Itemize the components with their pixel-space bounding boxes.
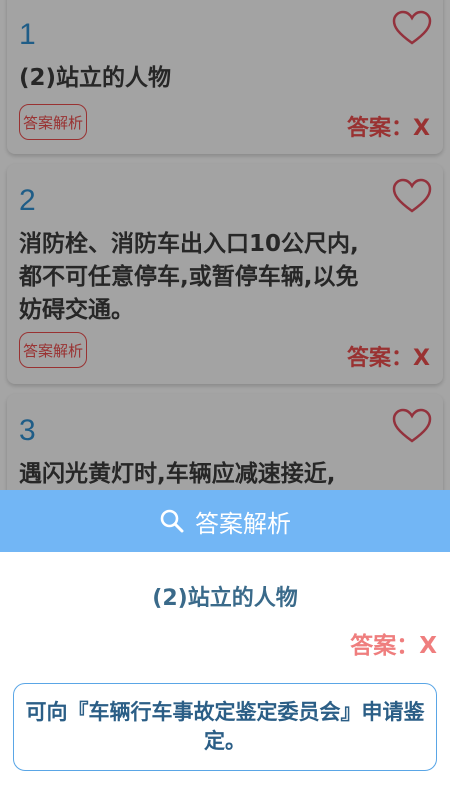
sheet-header: 答案解析 (0, 490, 450, 552)
explanation-text: 可向『车辆行车事故定鉴定委员会』申请鉴定。 (25, 700, 425, 753)
answer-analysis-sheet: 答案解析 (2)站立的人物 答案：X 可向『车辆行车事故定鉴定委员会』申请鉴定。 (0, 490, 450, 800)
search-icon (160, 509, 184, 533)
sheet-answer-label: 答案：X (350, 633, 437, 659)
sheet-title: 答案解析 (195, 509, 291, 538)
sheet-question-text: (2)站立的人物 (152, 586, 298, 611)
explanation-box: 可向『车辆行车事故定鉴定委员会』申请鉴定。 (13, 683, 437, 771)
